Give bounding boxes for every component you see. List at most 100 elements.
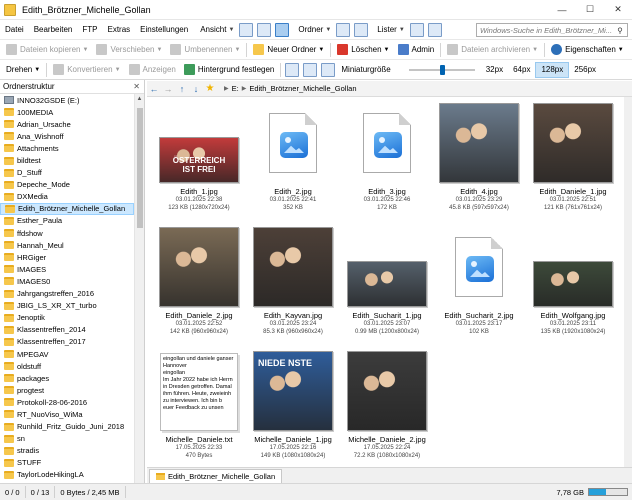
- file-tile[interactable]: Edith_Daniele_2.jpg 03.01.2025 22:52 142 K…: [151, 227, 247, 336]
- content-scrollbar[interactable]: [624, 97, 632, 467]
- thumb-mode-icon-3[interactable]: [321, 62, 336, 77]
- close-icon[interactable]: ✕: [133, 82, 140, 91]
- favorite-star-icon[interactable]: ★: [203, 83, 217, 94]
- tree-item-folder[interactable]: Jenoptik: [0, 312, 134, 324]
- tree-item-drive[interactable]: INNO32GSDE (E:): [0, 94, 134, 106]
- tree-item-folder[interactable]: Jahrgangstreffen_2016: [0, 288, 134, 300]
- admin-button[interactable]: Admin: [394, 42, 439, 58]
- menu-datei[interactable]: Datei: [0, 25, 29, 34]
- file-tile[interactable]: eingollan und daniele ganser Hannover eing…: [151, 351, 247, 460]
- tree-item-folder[interactable]: TaylorLodeHikingLA: [0, 469, 134, 481]
- file-tile[interactable]: Edith_Wolfgang.jpg 03.01.2025 23:11 135 KB…: [525, 227, 621, 336]
- folder-layout-icon[interactable]: [336, 22, 351, 37]
- tree-item-folder[interactable]: IMAGES: [0, 263, 134, 275]
- tree-item-folder[interactable]: Hannah_Meul: [0, 239, 134, 251]
- tree-item-folder[interactable]: Runhild_Fritz_Guido_Juni_2018: [0, 421, 134, 433]
- properties-button[interactable]: Eigenschaften ▼: [547, 42, 628, 58]
- search-input[interactable]: Windows-Suche in Edith_Brötzner_Mi... ⚲: [476, 23, 628, 37]
- menu-bearbeiten[interactable]: Bearbeiten: [29, 25, 78, 34]
- file-tile[interactable]: Edith_Kayvan.jpg 03.01.2025 23:24 85.3 KB …: [245, 227, 341, 336]
- search-icon[interactable]: ⚲: [613, 26, 627, 35]
- menu-ftp[interactable]: FTP: [77, 25, 102, 34]
- tree-item-folder[interactable]: STUFF: [0, 457, 134, 469]
- tree-item-folder[interactable]: D_Stuff: [0, 167, 134, 179]
- list-view-icon[interactable]: [257, 22, 272, 37]
- tree-item-folder[interactable]: oldstuff: [0, 360, 134, 372]
- tree-item-folder[interactable]: sn: [0, 433, 134, 445]
- lister-dropdown[interactable]: Lister ▼: [374, 25, 408, 34]
- file-tile[interactable]: Edith_Sucharit_2.jpg 03.01.2025 23:17 102 …: [431, 227, 527, 336]
- file-tile[interactable]: Edith_3.jpg 03.01.2025 22:46 172 KB: [339, 103, 435, 212]
- archive-button[interactable]: Dateien archivieren ▼: [443, 42, 542, 58]
- back-icon[interactable]: ←: [147, 84, 161, 94]
- folder-split-icon[interactable]: [354, 22, 369, 37]
- breadcrumb-drive[interactable]: E:: [232, 84, 239, 93]
- tree-item-folder[interactable]: DXMedia: [0, 191, 134, 203]
- rename-button[interactable]: Umbenennen ▼: [166, 42, 244, 58]
- show-button[interactable]: Anzeigen: [125, 62, 180, 78]
- file-tile[interactable]: Edith_4.jpg 03.01.2025 23:29 45.8 KB (597x…: [431, 103, 527, 212]
- file-tile[interactable]: Edith_Sucharit_1.jpg 03.01.2025 23:07 0.99…: [339, 227, 435, 336]
- file-date: 03.01.2025 23:17: [455, 321, 503, 327]
- menu-extras[interactable]: Extras: [103, 25, 136, 34]
- size-256px-button[interactable]: 256px: [569, 62, 601, 78]
- tree-item-folder[interactable]: 100MEDIA: [0, 106, 134, 118]
- tree-item-folder[interactable]: ffdshow: [0, 227, 134, 239]
- tree-item-folder[interactable]: packages: [0, 372, 134, 384]
- tree-item-folder[interactable]: JBIG_LS_XR_XT_turbo: [0, 300, 134, 312]
- size-128px-button[interactable]: 128px: [535, 61, 570, 78]
- new-folder-button[interactable]: Neuer Ordner ▼: [249, 42, 328, 58]
- thumb-mode-icon-1[interactable]: [285, 62, 300, 77]
- thumbnail-view-icon[interactable]: [275, 22, 290, 37]
- maximize-button[interactable]: ☐: [576, 0, 604, 19]
- file-tile[interactable]: ÖSTERREICH IST FREI Edith_1.jpg 03.01.2025…: [151, 103, 247, 212]
- tree-item-folder[interactable]: stradis: [0, 445, 134, 457]
- tree-item-folder[interactable]: Attachments: [0, 142, 134, 154]
- tree-item-folder[interactable]: Klassentreffen_2014: [0, 324, 134, 336]
- size-32px-button[interactable]: 32px: [481, 62, 508, 78]
- lister-dual-icon[interactable]: [427, 22, 442, 37]
- ansicht-dropdown[interactable]: Ansicht ▼: [197, 25, 237, 34]
- tree-item-folder[interactable]: IMAGES0: [0, 275, 134, 287]
- up-icon[interactable]: ↑: [175, 84, 189, 94]
- file-tile[interactable]: Michelle_Daniele_2.jpg 17.05.2025 22:24 72…: [339, 351, 435, 460]
- file-tile[interactable]: Edith_2.jpg 03.01.2025 22:41 352 KB: [245, 103, 341, 212]
- tree-scrollbar[interactable]: ▲ ▼: [134, 94, 144, 500]
- folder-tab[interactable]: Edith_Brötzner_Michelle_Gollan: [149, 469, 283, 483]
- convert-button[interactable]: Konvertieren ▼: [49, 62, 124, 78]
- delete-button[interactable]: Löschen ▼: [333, 42, 393, 58]
- slider-thumb[interactable]: [439, 64, 445, 75]
- scrollbar-thumb[interactable]: [137, 108, 143, 228]
- ordner-dropdown[interactable]: Ordner ▼: [295, 25, 334, 34]
- minimize-button[interactable]: —: [548, 0, 576, 19]
- tree-item-folder[interactable]: MPEGAV: [0, 348, 134, 360]
- move-button[interactable]: Verschieben ▼: [92, 42, 166, 58]
- tree-item-folder[interactable]: RT_NuoViso_WiMa: [0, 408, 134, 420]
- tree-item-folder[interactable]: bildtest: [0, 154, 134, 166]
- tree-item-folder[interactable]: Edith_Brötzner_Michelle_Gollan: [0, 202, 134, 215]
- close-button[interactable]: ✕: [604, 0, 632, 19]
- scroll-up-icon[interactable]: ▲: [135, 94, 144, 104]
- set-background-button[interactable]: Hintergrund festlegen: [180, 62, 279, 78]
- menu-einstellungen[interactable]: Einstellungen: [135, 25, 193, 34]
- thumb-size-slider[interactable]: [408, 64, 475, 76]
- tree-item-folder[interactable]: Klassentreffen_2017: [0, 336, 134, 348]
- file-tile[interactable]: NIEDE NSTE Michelle_Daniele_1.jpg 17.05.20…: [245, 351, 341, 460]
- forward-icon[interactable]: →: [161, 84, 175, 94]
- file-tile[interactable]: Edith_Daniele_1.jpg 03.01.2025 22:51 121 K…: [525, 103, 621, 212]
- tree-item-folder[interactable]: progtest: [0, 384, 134, 396]
- tree-item-folder[interactable]: Adrian_Ursache: [0, 118, 134, 130]
- tree-item-folder[interactable]: Depeche_Mode: [0, 179, 134, 191]
- tree-item-folder[interactable]: Ana_Wishnoff: [0, 130, 134, 142]
- tree-item-folder[interactable]: Esther_Paula: [0, 215, 134, 227]
- lister-single-icon[interactable]: [409, 22, 424, 37]
- tree-item-folder[interactable]: HRGiger: [0, 251, 134, 263]
- thumb-mode-icon-2[interactable]: [303, 62, 318, 77]
- copy-files-button[interactable]: Dateien kopieren ▼: [2, 42, 92, 58]
- history-down-icon[interactable]: ↓: [189, 84, 203, 94]
- rotate-button[interactable]: Drehen ▼: [2, 62, 44, 78]
- details-view-icon[interactable]: [239, 22, 254, 37]
- size-64px-button[interactable]: 64px: [508, 62, 535, 78]
- tree-item-folder[interactable]: Protokoll-28-06-2016: [0, 396, 134, 408]
- breadcrumb-folder[interactable]: Edith_Brötzner_Michelle_Gollan: [249, 84, 356, 93]
